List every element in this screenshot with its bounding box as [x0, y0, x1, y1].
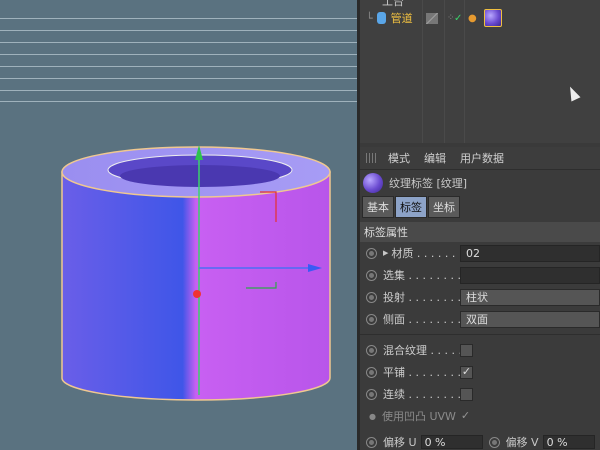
mix-texture-checkbox[interactable]: [460, 343, 473, 357]
phong-tag-icon[interactable]: ●: [468, 13, 477, 24]
keyframe-icon[interactable]: [366, 313, 377, 325]
offset-u-field[interactable]: 0 %: [420, 435, 483, 449]
projection-dropdown[interactable]: 柱状: [460, 288, 600, 306]
keyframe-icon[interactable]: [366, 388, 377, 400]
keyframe-icon[interactable]: [366, 269, 377, 281]
section-title: 标签属性: [360, 222, 600, 242]
pipe-icon: [376, 12, 386, 24]
right-panel: 工台 └ 管道 ⁘ ✓ ● 模式 编辑 用户数据 纹理标签 [纹理] 基本 标签: [360, 0, 600, 450]
keyframe-icon[interactable]: [366, 247, 377, 259]
3d-viewport[interactable]: [0, 0, 357, 450]
keyframe-icon[interactable]: [488, 436, 500, 448]
tile-row: 平铺 . . . . . . . . ✓: [360, 361, 600, 383]
expand-arrow-icon[interactable]: ▶: [383, 249, 388, 257]
keyframe-icon[interactable]: [366, 436, 377, 448]
tag-title: 纹理标签 [纹理]: [389, 177, 468, 190]
keyframe-icon[interactable]: [366, 344, 377, 356]
menu-edit[interactable]: 编辑: [424, 150, 446, 166]
seamless-checkbox[interactable]: [460, 387, 473, 401]
bump-uvw-row: ● 使用凹凸 UVW ✓: [369, 408, 471, 424]
tab-basic[interactable]: 基本: [362, 196, 394, 218]
attribute-tabs: 基本 标签 坐标: [360, 196, 600, 218]
side-dropdown[interactable]: 双面: [460, 310, 600, 328]
side-row: 侧面 . . . . . . . . 双面: [360, 308, 600, 330]
seamless-row: 连续 . . . . . . . .: [360, 383, 600, 405]
offset-v-field[interactable]: 0 %: [542, 435, 595, 449]
bump-uvw-checkbox: ✓: [460, 408, 471, 422]
keyframe-icon[interactable]: [366, 291, 377, 303]
tag-title-row: 纹理标签 [纹理]: [360, 170, 600, 196]
attribute-menubar: 模式 编辑 用户数据: [360, 147, 600, 170]
keyframe-icon[interactable]: [366, 366, 377, 378]
enabled-check-icon[interactable]: ✓: [454, 13, 462, 24]
material-row: ▶ 材质 . . . . . . . . 02: [360, 242, 600, 264]
object-row-pipe[interactable]: └ 管道 ⁘ ✓ ●: [360, 8, 600, 28]
pipe-object[interactable]: [0, 0, 357, 450]
tab-tag[interactable]: 标签: [395, 196, 427, 218]
divider: [360, 334, 600, 335]
projection-row: 投射 . . . . . . . . 柱状: [360, 286, 600, 308]
disabled-dot-icon: ●: [369, 411, 376, 421]
layer-icon[interactable]: [426, 12, 438, 24]
material-field[interactable]: 02: [460, 244, 600, 262]
menu-user-data[interactable]: 用户数据: [460, 150, 504, 166]
mix-texture-row: 混合纹理 . . . . .: [360, 339, 600, 361]
grip-icon[interactable]: [366, 153, 378, 163]
attribute-manager: 模式 编辑 用户数据 纹理标签 [纹理] 基本 标签 坐标 标签属性 ▶ 材质 …: [360, 147, 600, 450]
object-name: 管道: [390, 12, 413, 25]
tab-coord[interactable]: 坐标: [428, 196, 460, 218]
offset-row: 偏移 U 0 % 偏移 V 0 %: [360, 434, 600, 450]
material-sphere-icon: [363, 173, 383, 193]
object-manager[interactable]: 工台 └ 管道 ⁘ ✓ ●: [360, 0, 600, 143]
selection-row: 选集 . . . . . . . .: [360, 264, 600, 286]
selection-field[interactable]: [460, 266, 600, 284]
material-tag-icon[interactable]: [484, 9, 502, 27]
tile-checkbox[interactable]: ✓: [460, 365, 473, 379]
menu-mode[interactable]: 模式: [388, 150, 410, 166]
mouse-cursor-icon: [565, 84, 581, 102]
